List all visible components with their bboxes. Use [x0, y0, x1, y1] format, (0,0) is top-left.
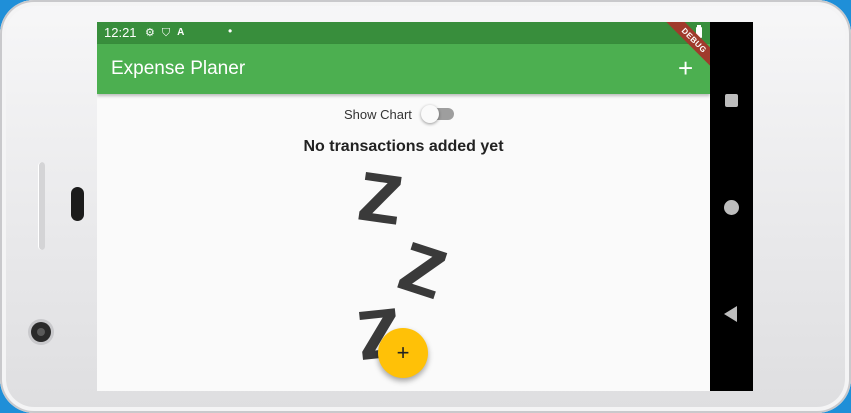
back-icon[interactable] — [724, 306, 737, 322]
device-screen: 12:21 ⚙ ⛉ A • Expense Planer + DEBUG Sho… — [97, 22, 753, 391]
home-icon[interactable] — [724, 200, 739, 215]
front-camera — [31, 322, 51, 342]
recent-apps-icon[interactable] — [725, 94, 738, 107]
side-button — [38, 162, 45, 250]
earpiece-speaker — [71, 187, 84, 221]
add-transaction-fab[interactable]: + — [378, 328, 428, 378]
android-nav-bar — [710, 22, 753, 391]
phone-frame: 12:21 ⚙ ⛉ A • Expense Planer + DEBUG Sho… — [0, 0, 851, 413]
